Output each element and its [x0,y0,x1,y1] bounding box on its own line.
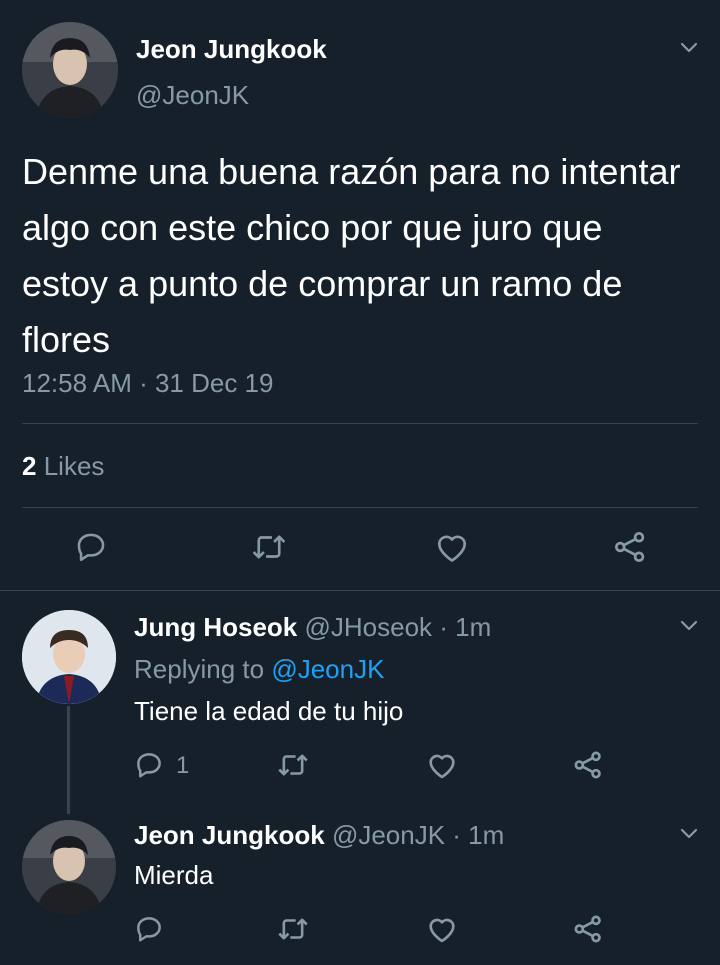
chevron-down-icon[interactable] [678,614,700,636]
author-name[interactable]: Jeon Jungkook [136,34,327,65]
share-icon[interactable] [572,750,604,780]
replying-to-label: Replying to [134,654,265,684]
reply-text: Mierda [134,860,214,890]
reply-author-handle[interactable]: @JHoseok [304,612,432,642]
section-divider [0,590,720,591]
author-handle[interactable]: @JeonJK [136,80,249,111]
avatar-photo [22,820,116,914]
like-heart-icon[interactable] [426,750,458,780]
reply-header: Jeon Jungkook @JeonJK · 1m [134,820,504,851]
like-heart-icon[interactable] [426,914,458,944]
share-icon[interactable] [572,914,604,944]
reply-time[interactable]: · 1m [439,612,491,642]
likes-count: 2 [22,451,37,481]
reply-author-name[interactable]: Jeon Jungkook [134,820,325,850]
share-icon[interactable] [612,530,648,564]
reply-author-name[interactable]: Jung Hoseok [134,612,297,642]
chevron-down-icon[interactable] [678,822,700,844]
divider [22,423,698,424]
reply-text: Tiene la edad de tu hijo [134,696,404,726]
retweet-icon[interactable] [276,750,310,780]
chevron-down-icon[interactable] [678,36,700,58]
reply-time[interactable]: · 1m [452,820,504,850]
likes-row[interactable]: 2 Likes [22,451,104,482]
reply-count: 1 [176,752,190,779]
reply-header: Jung Hoseok @JHoseok · 1m [134,612,491,643]
reply-icon[interactable] [134,750,164,780]
avatar[interactable] [22,22,118,118]
replying-to-handle[interactable]: @JeonJK [271,654,384,684]
retweet-icon[interactable] [250,530,288,564]
replying-to: Replying to @JeonJK [134,654,384,685]
reply-icon[interactable] [134,914,164,944]
likes-label: Likes [43,451,105,481]
like-heart-icon[interactable] [434,530,470,564]
avatar[interactable] [22,610,116,704]
retweet-icon[interactable] [276,914,310,944]
avatar-photo [22,610,116,704]
thread-line [67,706,70,814]
tweet-timestamp[interactable]: 12:58 AM · 31 Dec 19 [22,368,273,399]
tweet-text: Denme una buena razón para no intentar a… [22,151,681,360]
avatar-photo [22,22,118,118]
divider [22,507,698,508]
reply-icon[interactable] [74,530,108,564]
avatar[interactable] [22,820,116,914]
reply-author-handle[interactable]: @JeonJK [332,820,445,850]
